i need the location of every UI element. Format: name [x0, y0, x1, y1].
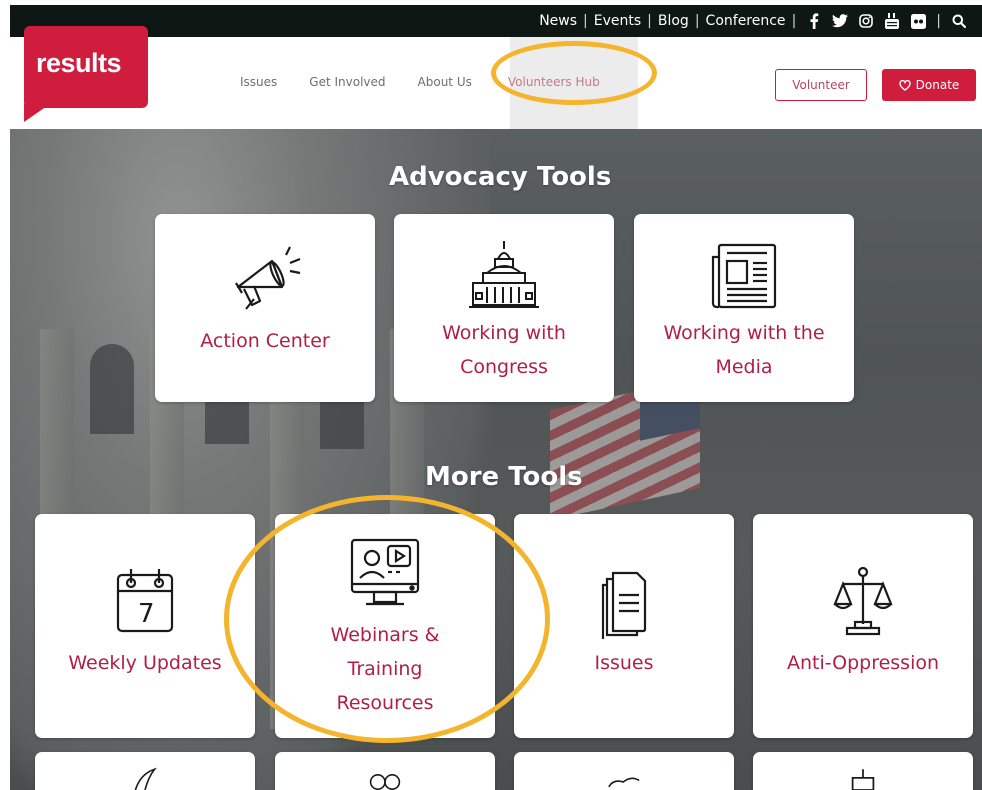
tool-card-partial[interactable] — [514, 752, 734, 790]
logo-wordmark: results — [36, 48, 122, 78]
search-icon[interactable] — [946, 11, 972, 31]
separator: | — [583, 13, 588, 29]
youtube-icon[interactable] — [879, 11, 905, 31]
facebook-icon[interactable] — [801, 11, 827, 31]
site-header: Issues Get Involved About Us Volunteers … — [10, 37, 982, 129]
working-with-the-media-label: Working with the Media — [663, 322, 825, 378]
issues-card[interactable]: Issues — [514, 514, 734, 738]
conference-link[interactable]: Conference — [705, 13, 787, 29]
volunteer-button[interactable]: Volunteer — [775, 69, 867, 101]
main-nav: Issues Get Involved About Us Volunteers … — [240, 37, 638, 129]
podium-icon — [851, 769, 875, 790]
top-utility-bar: News | Events | Blog | Conference | | — [10, 5, 982, 37]
volunteer-button-label: Volunteer — [792, 78, 850, 92]
map-icon — [608, 777, 640, 788]
calendar-icon: 7 — [114, 564, 176, 636]
blog-link[interactable]: Blog — [657, 13, 690, 29]
events-link[interactable]: Events — [593, 13, 642, 29]
webinars-training-resources-card[interactable]: Webinars & Training Resources — [275, 514, 495, 738]
tool-card-partial[interactable] — [275, 752, 495, 790]
anti-oppression-label: Anti-Oppression — [786, 652, 940, 674]
working-with-the-media-card[interactable]: Working with the Media — [634, 214, 854, 402]
tool-card-partial[interactable] — [753, 752, 973, 790]
advocacy-tools-heading: Advocacy Tools — [389, 162, 612, 192]
working-with-congress-label: Working with Congress — [442, 322, 566, 378]
action-center-card[interactable]: Action Center — [155, 214, 375, 402]
nav-item-volunteers-hub[interactable]: Volunteers Hub — [508, 75, 600, 89]
news-link[interactable]: News — [538, 13, 578, 29]
donate-button-label: Donate — [915, 78, 960, 92]
glasses-icon — [369, 774, 401, 790]
webinars-training-resources-label: Webinars & Training Resources — [330, 624, 440, 714]
heart-icon — [898, 79, 911, 91]
donate-button[interactable]: Donate — [882, 69, 976, 101]
instagram-icon[interactable] — [853, 11, 879, 31]
calendar-day-number: 7 — [138, 599, 155, 629]
separator: | — [694, 13, 700, 29]
separator: | — [647, 13, 652, 29]
documents-icon — [599, 568, 649, 640]
anti-oppression-card[interactable]: Anti-Oppression — [753, 514, 973, 738]
action-center-label: Action Center — [200, 330, 330, 352]
working-with-congress-card[interactable]: Working with Congress — [394, 214, 614, 402]
logo-tail — [24, 104, 50, 122]
tool-card-partial[interactable] — [35, 752, 255, 790]
nav-item-get-involved[interactable]: Get Involved — [309, 75, 385, 89]
megaphone-icon — [224, 236, 306, 316]
separator: | — [791, 13, 797, 29]
results-logo[interactable]: results — [24, 26, 148, 126]
twitter-icon[interactable] — [827, 11, 853, 31]
nav-item-issues[interactable]: Issues — [240, 75, 277, 89]
issues-label: Issues — [594, 652, 654, 674]
weekly-updates-card[interactable]: 7 Weekly Updates — [35, 514, 255, 738]
nav-item-about-us[interactable]: About Us — [418, 75, 472, 89]
flickr-icon[interactable] — [905, 11, 931, 31]
webinar-monitor-icon — [344, 530, 426, 616]
newspaper-icon — [709, 236, 779, 316]
separator: | — [936, 13, 941, 29]
scales-icon — [833, 564, 893, 640]
weekly-updates-label: Weekly Updates — [68, 652, 222, 674]
background-window — [90, 344, 134, 434]
capitol-icon — [465, 236, 543, 316]
more-tools-heading: More Tools — [425, 462, 583, 492]
quill-icon — [134, 767, 157, 790]
